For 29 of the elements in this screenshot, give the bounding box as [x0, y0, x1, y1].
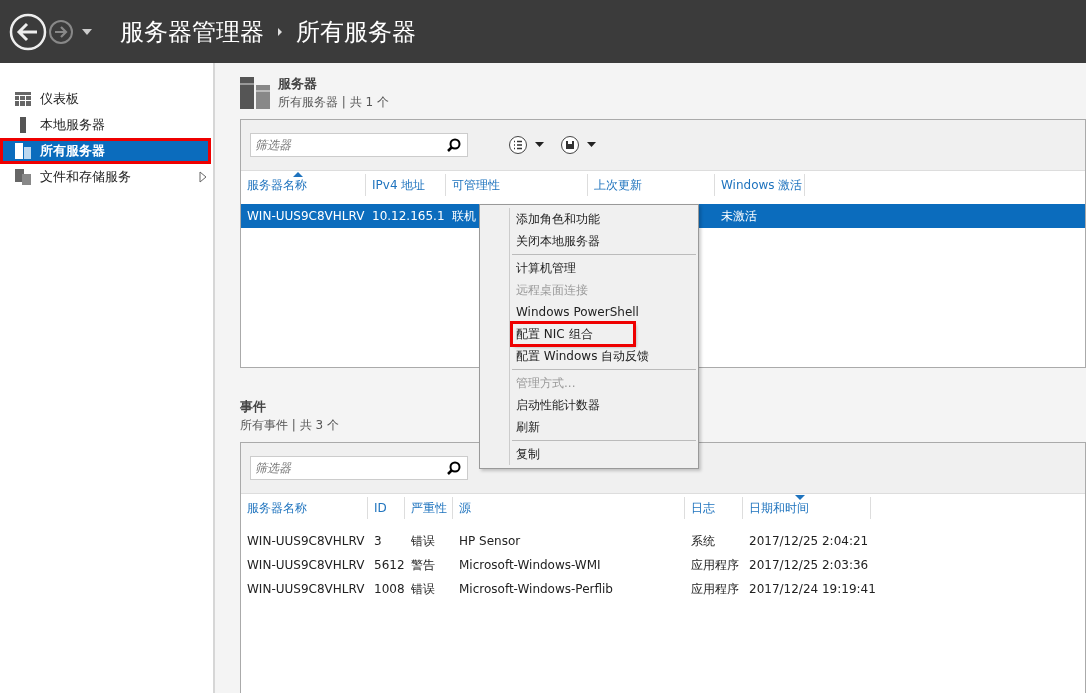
section-subtitle: 所有服务器 | 共 1 个 — [278, 94, 389, 111]
table-cell: WIN-UUS9C8VHLRV — [247, 582, 365, 596]
table-cell: 警告 — [411, 557, 435, 572]
table-cell: 系统 — [691, 533, 715, 548]
table-cell: WIN-UUS9C8VHLRV — [247, 534, 365, 548]
menu-item: 管理方式... — [515, 375, 577, 392]
section-title: 服务器 — [278, 75, 318, 93]
table-cell: 错误 — [411, 581, 435, 596]
table-cell: WIN-UUS9C8VHLRV — [247, 209, 365, 223]
table-cell: Microsoft-Windows-WMI — [459, 558, 601, 572]
breadcrumb-item: 所有服务器 — [296, 16, 416, 48]
table-cell: 1008 — [374, 582, 405, 596]
table-cell: 3 — [374, 534, 382, 548]
table-cell: 10.12.165.1 — [372, 209, 445, 223]
table-cell: 2017/12/25 2:04:21 — [749, 534, 869, 548]
table-cell: 未激活 — [721, 208, 757, 223]
table-cell: WIN-UUS9C8VHLRV — [247, 558, 365, 572]
table-cell: HP Sensor — [459, 534, 521, 548]
table-cell: 错误 — [411, 533, 435, 548]
table-cell: Microsoft-Windows-Perflib — [459, 582, 613, 596]
table-cell: 2017/12/24 19:19:41 — [749, 582, 876, 596]
table-cell: 应用程序 — [691, 581, 739, 596]
section-subtitle: 所有事件 | 共 3 个 — [240, 417, 339, 434]
menu-item: 远程桌面连接 — [515, 282, 589, 299]
table-cell: 应用程序 — [691, 557, 739, 572]
table-cell: 联机 — [452, 208, 476, 223]
table-cell: 5612 — [374, 558, 405, 572]
table-cell: 2017/12/25 2:03:36 — [749, 558, 869, 572]
section-title: 事件 — [240, 398, 267, 416]
